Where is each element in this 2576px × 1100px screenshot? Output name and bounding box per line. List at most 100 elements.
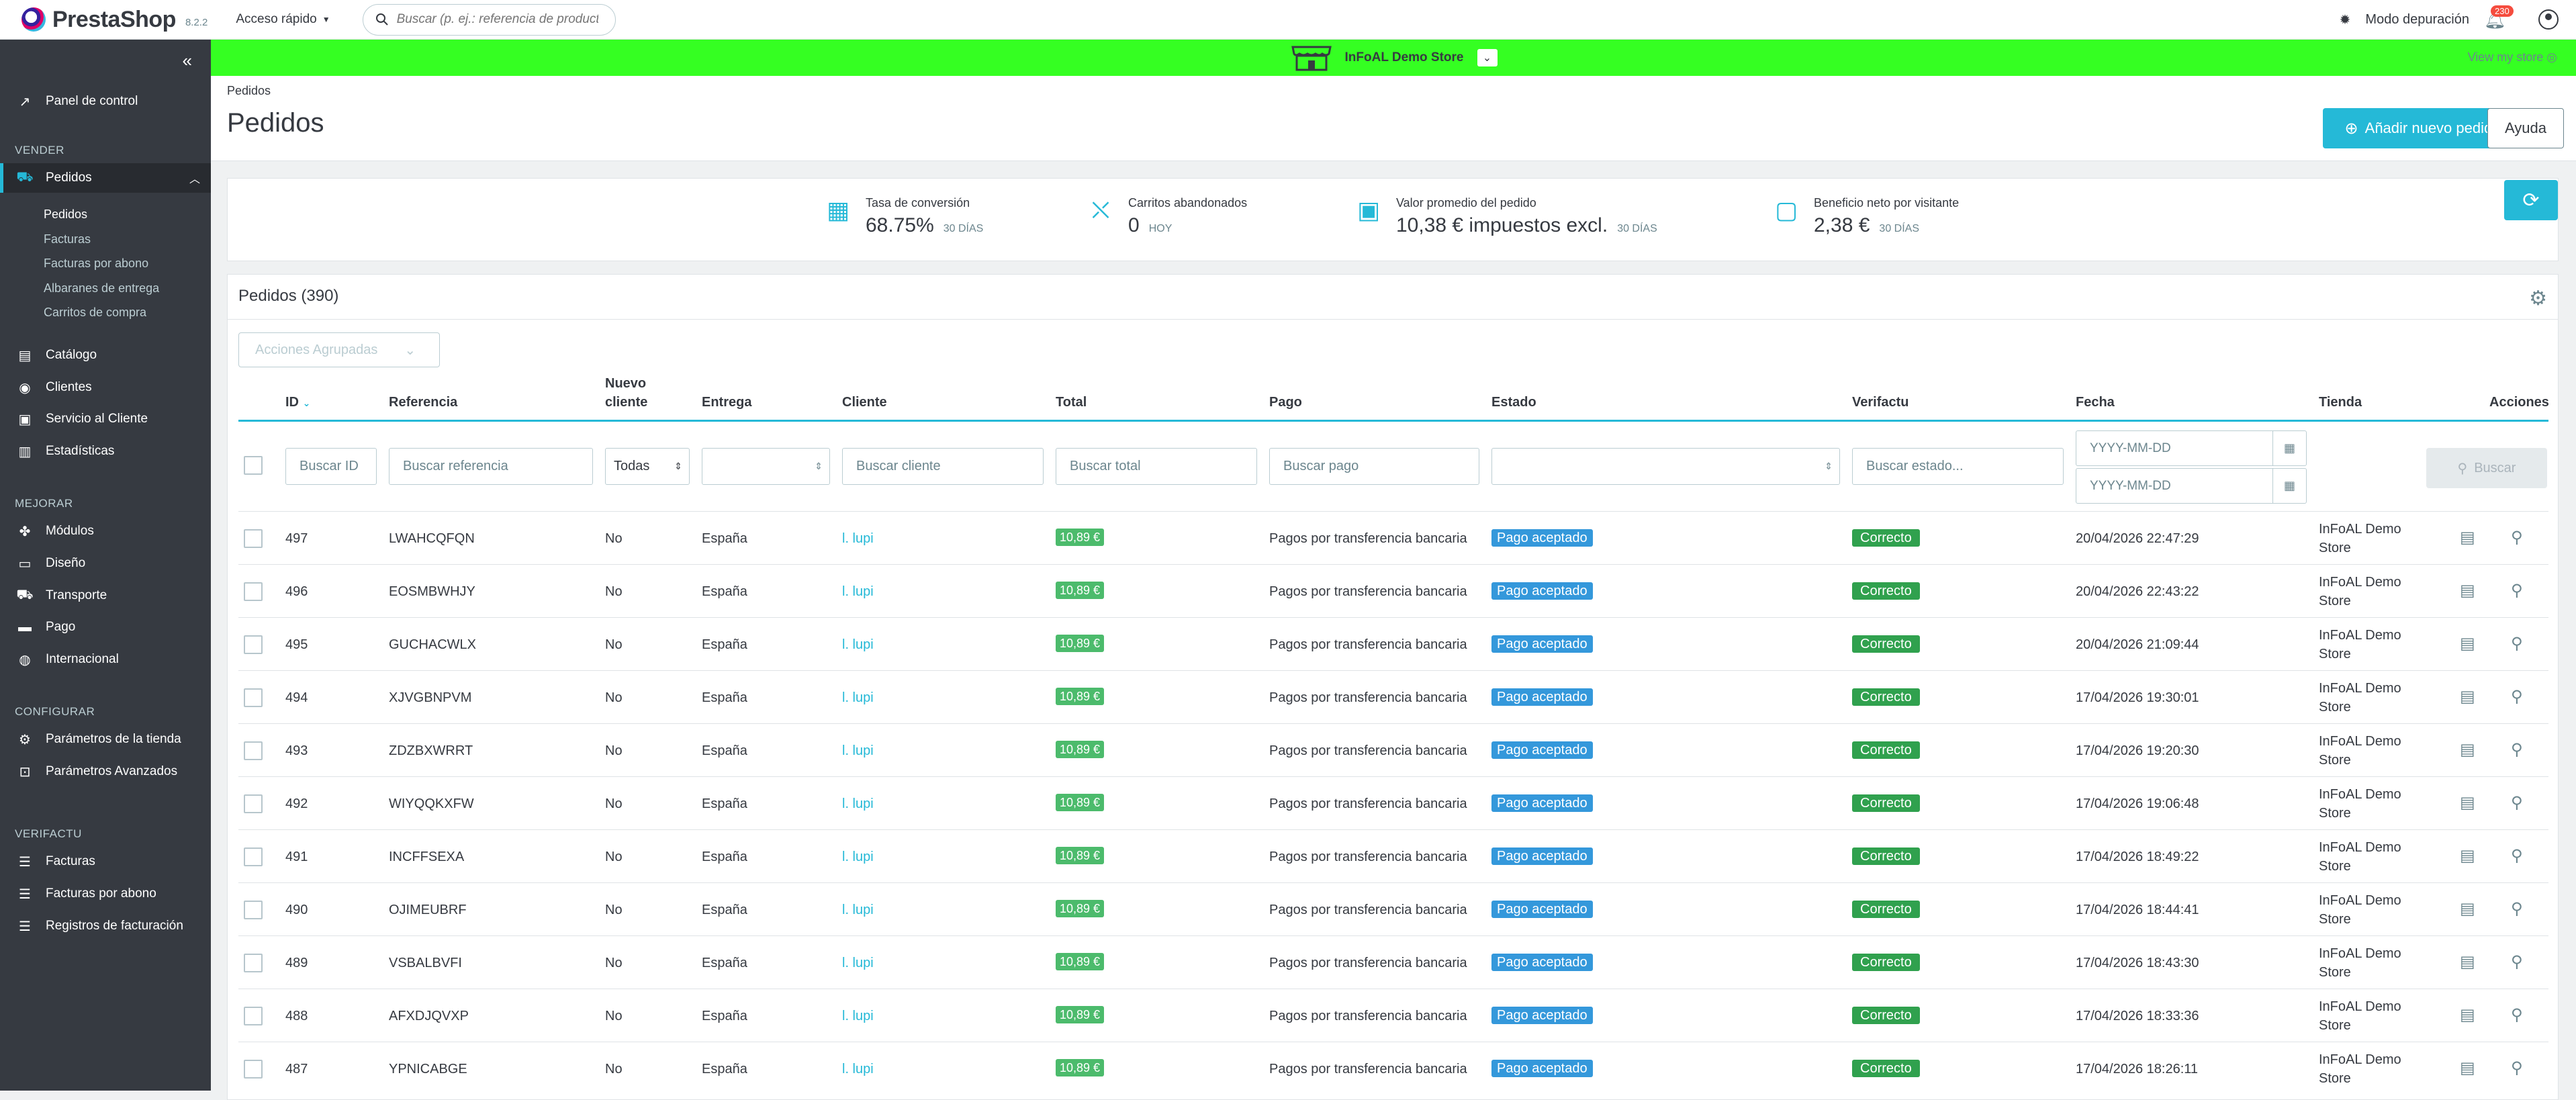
table-row[interactable]: 488 AFXDJQVXP No España l. lupi 10,89 € Pagos …	[238, 989, 2548, 1042]
customer-link[interactable]: l. lupi	[842, 1060, 874, 1079]
row-checkbox[interactable]	[244, 741, 263, 760]
sidebar-item-shipping[interactable]: ⛟ Transporte	[0, 581, 211, 610]
invoice-icon[interactable]: ▤	[2460, 1058, 2475, 1078]
sidebar-item-stats[interactable]: ▥ Estadísticas	[0, 437, 211, 466]
filter-payment-input[interactable]: Buscar pago	[1269, 448, 1479, 485]
status-badge[interactable]: Pago aceptado	[1491, 582, 1593, 600]
sidebar-item-verifactu-credit[interactable]: ☰ Facturas por abono	[0, 879, 211, 909]
customer-link[interactable]: l. lupi	[842, 741, 874, 760]
row-checkbox[interactable]	[244, 954, 263, 972]
sidebar-sub-delivery-slips[interactable]: Albaranes de entrega	[44, 281, 159, 295]
filter-reference-input[interactable]: Buscar referencia	[389, 448, 593, 485]
column-header-id[interactable]: ID ⌄	[285, 393, 310, 412]
kpi-abandoned-carts[interactable]: ⛌ Carritos abandonados 0 HOY	[1087, 196, 1248, 237]
row-checkbox[interactable]	[244, 901, 263, 919]
search-filter-button[interactable]: ⚲ Buscar	[2426, 448, 2547, 488]
customer-link[interactable]: l. lupi	[842, 582, 874, 601]
row-checkbox[interactable]	[244, 794, 263, 813]
view-order-search-icon[interactable]: ⚲	[2511, 687, 2523, 706]
status-badge[interactable]: Pago aceptado	[1491, 688, 1593, 706]
invoice-icon[interactable]: ▤	[2460, 899, 2475, 919]
sidebar-item-international[interactable]: ◍ Internacional	[0, 645, 211, 674]
view-order-search-icon[interactable]: ⚲	[2511, 528, 2523, 547]
table-row[interactable]: 490 OJIMEUBRF No España l. lupi 10,89 € Pagos …	[238, 882, 2548, 935]
customer-link[interactable]: l. lupi	[842, 794, 874, 813]
status-badge[interactable]: Pago aceptado	[1491, 529, 1593, 547]
sidebar-item-verifactu-invoices[interactable]: ☰ Facturas	[0, 847, 211, 876]
status-badge[interactable]: Pago aceptado	[1491, 901, 1593, 918]
view-order-search-icon[interactable]: ⚲	[2511, 846, 2523, 866]
kpi-net-profit[interactable]: ▢ Beneficio neto por visitante 2,38 € 30 …	[1772, 196, 1959, 237]
invoice-icon[interactable]: ▤	[2460, 687, 2475, 706]
table-row[interactable]: 493 ZDZBXWRRT No España l. lupi 10,89 € Pagos …	[238, 723, 2548, 776]
invoice-icon[interactable]: ▤	[2460, 528, 2475, 547]
top-search[interactable]	[362, 3, 616, 36]
select-all-checkbox[interactable]	[244, 456, 263, 475]
invoice-icon[interactable]: ▤	[2460, 740, 2475, 760]
row-checkbox[interactable]	[244, 1060, 263, 1079]
filter-id-input[interactable]: Buscar ID	[285, 448, 377, 485]
customer-link[interactable]: l. lupi	[842, 529, 874, 548]
filter-date-to[interactable]: YYYY-MM-DD ▦	[2076, 468, 2307, 504]
calendar-icon[interactable]: ▦	[2272, 469, 2306, 503]
filter-state-select[interactable]: ⇕	[1491, 448, 1840, 485]
view-my-store-link[interactable]: View my store ◎	[2468, 50, 2557, 64]
top-search-input[interactable]	[396, 12, 598, 27]
collapse-sidebar-icon[interactable]: «	[183, 50, 192, 71]
row-checkbox[interactable]	[244, 635, 263, 654]
sidebar-item-design[interactable]: ▭ Diseño	[0, 549, 211, 578]
column-header-customer[interactable]: Cliente	[842, 393, 887, 412]
sidebar-sub-invoices[interactable]: Facturas	[44, 232, 91, 246]
kpi-conversion[interactable]: ▦ Tasa de conversión 68.75% 30 DÍAS	[824, 196, 983, 237]
customer-link[interactable]: l. lupi	[842, 901, 874, 919]
help-button[interactable]: Ayuda	[2487, 108, 2564, 148]
row-checkbox[interactable]	[244, 1007, 263, 1025]
column-header-state[interactable]: Estado	[1491, 393, 1536, 412]
column-header-total[interactable]: Total	[1056, 393, 1087, 412]
status-badge[interactable]: Pago aceptado	[1491, 635, 1593, 653]
debug-mode-link[interactable]: Modo depuración	[2365, 12, 2469, 28]
breadcrumb[interactable]: Pedidos	[227, 84, 271, 98]
bulk-actions-dropdown[interactable]: Acciones Agrupadas ⌄	[238, 332, 440, 367]
view-order-search-icon[interactable]: ⚲	[2511, 581, 2523, 600]
view-order-search-icon[interactable]: ⚲	[2511, 634, 2523, 653]
filter-total-input[interactable]: Buscar total	[1056, 448, 1257, 485]
row-checkbox[interactable]	[244, 688, 263, 707]
sidebar-item-customers[interactable]: ◉ Clientes	[0, 373, 211, 402]
table-row[interactable]: 491 INCFFSEXA No España l. lupi 10,89 € Pagos …	[238, 829, 2548, 882]
table-row[interactable]: 497 LWAHCQFQN No España l. lupi 10,89 € Pagos …	[238, 511, 2548, 564]
user-avatar-icon[interactable]	[2538, 9, 2559, 30]
sidebar-item-billing-logs[interactable]: ☰ Registros de facturación	[0, 911, 211, 941]
status-badge[interactable]: Pago aceptado	[1491, 954, 1593, 971]
table-row[interactable]: 496 EOSMBWHJY No España l. lupi 10,89 € Pagos …	[238, 564, 2548, 617]
column-header-new-customer[interactable]: Nuevo cliente	[605, 374, 647, 412]
quick-access-dropdown[interactable]: Acceso rápido ▼	[236, 12, 330, 27]
invoice-icon[interactable]: ▤	[2460, 952, 2475, 972]
row-checkbox[interactable]	[244, 582, 263, 601]
column-header-payment[interactable]: Pago	[1269, 393, 1302, 412]
view-order-search-icon[interactable]: ⚲	[2511, 793, 2523, 813]
view-order-search-icon[interactable]: ⚲	[2511, 1005, 2523, 1025]
view-order-search-icon[interactable]: ⚲	[2511, 1058, 2523, 1078]
filter-verifactu-input[interactable]: Buscar estado...	[1852, 448, 2064, 485]
customer-link[interactable]: l. lupi	[842, 847, 874, 866]
kpi-average-cart[interactable]: ▣ Valor promedio del pedido 10,38 € impu…	[1354, 196, 1657, 237]
customer-link[interactable]: l. lupi	[842, 635, 874, 654]
column-header-reference[interactable]: Referencia	[389, 393, 457, 412]
view-order-search-icon[interactable]: ⚲	[2511, 899, 2523, 919]
sidebar-item-orders[interactable]: ⛟ Pedidos ︿	[0, 163, 211, 193]
filter-customer-input[interactable]: Buscar cliente	[842, 448, 1044, 485]
column-header-delivery[interactable]: Entrega	[702, 393, 751, 412]
refresh-kpi-button[interactable]: ⟳	[2504, 180, 2558, 220]
store-dropdown[interactable]: ⌄	[1477, 49, 1498, 66]
filter-new-customer-select[interactable]: Todas ⇕	[605, 448, 690, 485]
status-badge[interactable]: Pago aceptado	[1491, 1060, 1593, 1077]
column-header-verifactu[interactable]: Verifactu	[1852, 393, 1908, 412]
sidebar-sub-credit-slips[interactable]: Facturas por abono	[44, 257, 148, 271]
table-row[interactable]: 487 YPNICABGE No España l. lupi 10,89 € Pagos …	[238, 1042, 2548, 1095]
sidebar-item-modules[interactable]: ✤ Módulos	[0, 516, 211, 546]
sidebar-item-shop-params[interactable]: ⚙ Parámetros de la tienda	[0, 725, 211, 754]
invoice-icon[interactable]: ▤	[2460, 846, 2475, 866]
customer-link[interactable]: l. lupi	[842, 688, 874, 707]
table-settings-icon[interactable]: ⚙	[2529, 287, 2547, 310]
